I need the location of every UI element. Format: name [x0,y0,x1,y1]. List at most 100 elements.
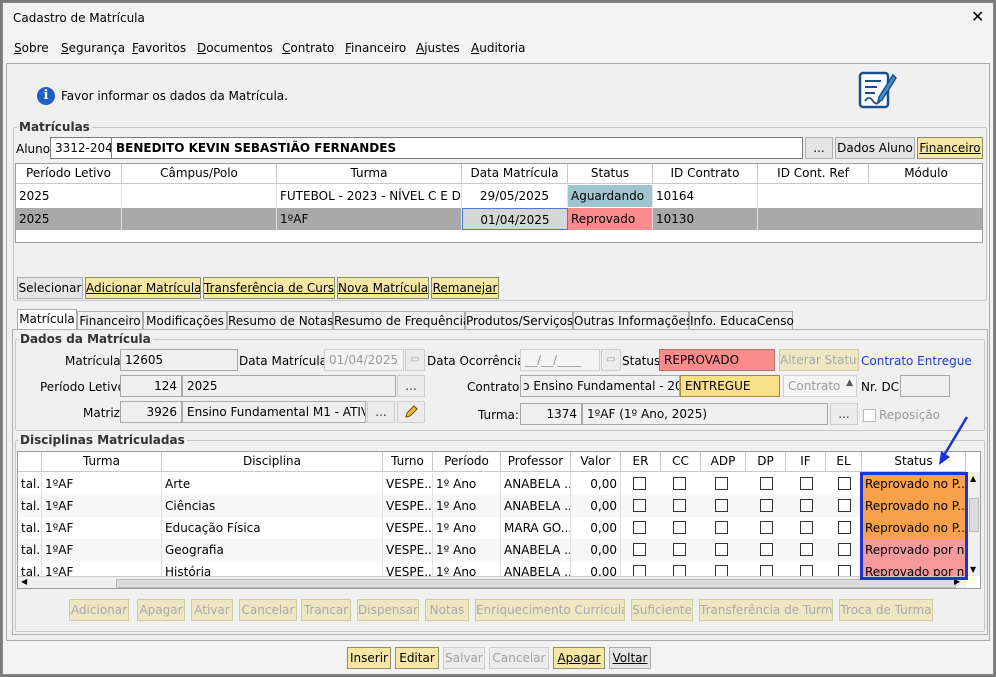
scroll-up-icon[interactable]: ▲ [970,474,976,483]
scroll-down-icon[interactable]: ▼ [970,565,976,574]
table-row[interactable]: tal...1ºAFEducação FísicaVESPE...1º AnoM… [18,517,966,539]
turma-code-field[interactable]: 1374 [520,403,582,425]
remanejar-button[interactable]: Remanejar [431,277,499,299]
editar-button[interactable]: Editar [395,647,439,669]
contrato-select[interactable]: Contrato ▲ [783,375,857,397]
tab-modificacoes[interactable]: Modificações [143,311,227,331]
flag-checkbox[interactable] [633,499,646,512]
menu-documentos[interactable]: Documentos [197,41,273,55]
flag-checkbox[interactable] [673,477,686,490]
flag-checkbox[interactable] [633,521,646,534]
col-header[interactable]: Período Letivo [16,164,122,184]
table-row[interactable]: tal...1ºAFGeografiaVESPE...1º AnoANABELA… [18,539,966,561]
periodo-code-field[interactable]: 124 [120,375,182,397]
menu-favoritos[interactable]: Favoritos [132,41,186,55]
turma-search-button[interactable]: ... [830,403,858,425]
salvar-button[interactable]: Salvar [443,647,485,669]
col-header[interactable]: Turma [42,452,162,472]
close-icon[interactable]: ✕ [971,7,984,26]
turma-field[interactable]: 1ºAF (1º Ano, 2025) [582,403,828,425]
disciplina-apagar-button[interactable]: Apagar [137,599,185,621]
flag-checkbox[interactable] [760,477,773,490]
table-row[interactable]: tal...1ºAFArteVESPE...1º AnoANABELA ...0… [18,473,966,495]
adicionar-matricula-button[interactable]: Adicionar Matrícula [85,277,201,299]
data-ocorrencia-field[interactable]: __/__/____ [520,349,600,371]
disciplina-troca-de-turma-button[interactable]: Troca de Turma [839,599,933,621]
matricula-field[interactable]: 12605 [120,349,238,371]
col-header[interactable]: Data Matrícula [462,164,568,184]
inserir-button[interactable]: Inserir [347,647,391,669]
flag-checkbox[interactable] [838,521,851,534]
flag-checkbox[interactable] [633,477,646,490]
periodo-field[interactable]: 2025 [182,375,396,397]
flag-checkbox[interactable] [673,521,686,534]
disciplina-transferencia-de-turma-button[interactable]: Transferência de Turma [699,599,833,621]
menu-auditoria[interactable]: Auditoria [471,41,525,55]
menu-ajustes[interactable]: Ajustes [416,41,460,55]
disciplina-cancelar-button[interactable]: Cancelar [239,599,297,621]
disciplina-notas-button[interactable]: Notas [425,599,469,621]
aluno-code-field[interactable]: 3312-204 [50,137,112,159]
financeiro-button[interactable]: Financeiro [917,137,983,159]
scroll-thumb[interactable] [116,579,956,588]
col-header[interactable]: Disciplina [162,452,383,472]
menu-seguranca[interactable]: Segurança [61,41,125,55]
alterar-status-button[interactable]: Alterar Status [779,349,859,371]
flag-checkbox[interactable] [800,499,813,512]
col-header[interactable]: CC [661,452,701,472]
col-header[interactable]: Status [568,164,653,184]
flag-checkbox[interactable] [760,543,773,556]
flag-checkbox[interactable] [715,499,728,512]
matriz-field[interactable]: Ensino Fundamental M1 - ATIVO [182,401,366,423]
nova-matricula-button[interactable]: Nova Matrícula [337,277,429,299]
col-header[interactable]: Turno [383,452,433,472]
apagar-button[interactable]: Apagar [553,647,605,669]
pencil-icon[interactable] [397,401,425,423]
col-header[interactable]: ADP [701,452,746,472]
transferencia-curso-button[interactable]: Transferência de Curso [203,277,335,299]
menu-contrato[interactable]: Contrato [282,41,334,55]
col-header[interactable]: Valor [571,452,621,472]
col-header[interactable]: DP [746,452,786,472]
flag-checkbox[interactable] [800,477,813,490]
nr-dc-field[interactable] [900,375,950,397]
horizontal-scrollbar[interactable]: ◀ ▶ [18,576,966,588]
flag-checkbox[interactable] [800,543,813,556]
col-header[interactable]: ID Cont. Ref [758,164,869,184]
flag-checkbox[interactable] [715,521,728,534]
col-header[interactable]: Período [433,452,501,472]
flag-checkbox[interactable] [715,543,728,556]
disciplina-trancar-button[interactable]: Trancar [301,599,351,621]
matriz-code-field[interactable]: 3926 [120,401,182,423]
flag-checkbox[interactable] [760,521,773,534]
periodo-search-button[interactable]: ... [397,375,425,397]
flag-checkbox[interactable] [760,499,773,512]
selecionar-button[interactable]: Selecionar [17,277,83,299]
tab-resumo-notas[interactable]: Resumo de Notas [227,311,333,331]
disciplina-enriquecimento-curricular-button[interactable]: Enriquecimento Curricular [475,599,625,621]
data-matricula-field[interactable]: 01/04/2025 [324,349,404,371]
contrato-entregue-link[interactable]: Contrato Entregue [861,354,972,368]
flag-checkbox[interactable] [838,543,851,556]
disciplina-ativar-button[interactable]: Ativar [191,599,233,621]
dados-aluno-button[interactable]: Dados Aluno [835,137,915,159]
table-row[interactable]: tal...1ºAFCiênciasVESPE...1º AnoANABELA … [18,495,966,517]
tab-financeiro[interactable]: Financeiro [77,311,143,331]
col-header[interactable]: EL [826,452,862,472]
flag-checkbox[interactable] [715,477,728,490]
vertical-scrollbar[interactable]: ▲ ▼ [966,472,980,576]
col-header[interactable]: IF [786,452,826,472]
table-row-selected[interactable]: 2025 1ºAF 01/04/2025 Reprovado 10130 [16,208,982,230]
flag-checkbox[interactable] [673,543,686,556]
disciplina-adicionar-button[interactable]: Adicionar [69,599,129,621]
tab-resumo-frequencia[interactable]: Resumo de Frequência [333,311,470,331]
scroll-thumb[interactable] [969,498,979,532]
aluno-name-field[interactable]: BENEDITO KEVIN SEBASTIÃO FERNANDES [111,137,803,159]
table-row[interactable]: 2025 FUTEBOL - 2023 - NÍVEL C E D - ... … [16,185,982,207]
calendar-icon[interactable]: ▭ [601,349,621,371]
aluno-search-button[interactable]: ... [805,137,833,159]
col-header[interactable]: ID Contrato [653,164,758,184]
reposicao-checkbox[interactable] [863,409,876,422]
scroll-left-icon[interactable]: ◀ [21,577,27,586]
cancelar-button[interactable]: Cancelar [489,647,549,669]
